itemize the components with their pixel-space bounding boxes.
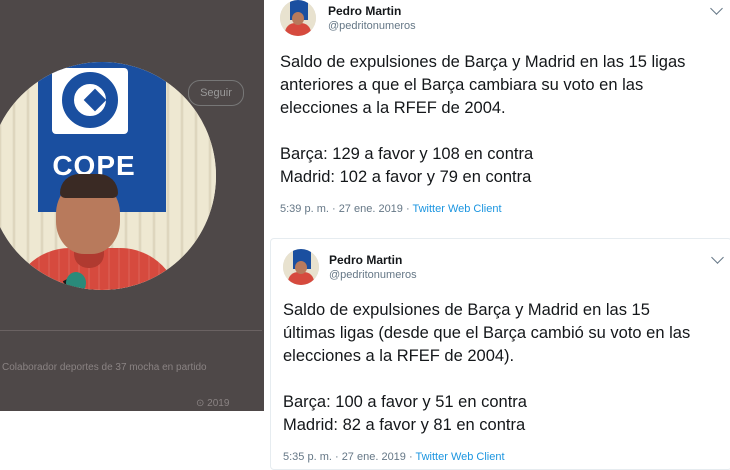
- tweet-timestamp[interactable]: 5:35 p. m. · 27 ene. 2019 ·: [283, 451, 416, 463]
- tweet-text: Saldo de expulsiones de Barça y Madrid e…: [280, 53, 686, 186]
- ghost-bio-text: Colaborador deportes de 37 mocha en part…: [2, 362, 207, 373]
- avatar-face: [292, 12, 304, 25]
- avatar[interactable]: [283, 249, 319, 285]
- tweet-timestamp[interactable]: 5:39 p. m. · 27 ene. 2019 ·: [280, 203, 413, 215]
- author-name[interactable]: Pedro Martin: [329, 253, 402, 267]
- ghost-join-date: ⊙ 2019: [196, 398, 230, 409]
- microphone-icon: [66, 272, 86, 290]
- tweet-metadata: 5:39 p. m. · 27 ene. 2019 · Twitter Web …: [280, 203, 502, 215]
- tweet-metadata: 5:35 p. m. · 27 ene. 2019 · Twitter Web …: [283, 451, 505, 463]
- author-handle[interactable]: @pedritonumeros: [328, 20, 416, 32]
- chevron-down-icon[interactable]: [710, 2, 723, 15]
- author-handle[interactable]: @pedritonumeros: [329, 269, 417, 281]
- avatar-face: [295, 261, 307, 274]
- chevron-down-icon[interactable]: [711, 251, 724, 264]
- avatar[interactable]: [280, 0, 316, 36]
- tweet-card[interactable]: Pedro Martin @pedritonumeros Saldo de ex…: [266, 0, 730, 236]
- divider: [0, 330, 262, 331]
- author-name[interactable]: Pedro Martin: [328, 4, 401, 18]
- tweet-card[interactable]: Pedro Martin @pedritonumeros Saldo de ex…: [270, 238, 730, 470]
- photo-person-hair: [60, 174, 118, 198]
- tweet-client-link[interactable]: Twitter Web Client: [413, 203, 502, 215]
- profile-photo: COPE: [0, 62, 216, 290]
- profile-photo-panel: Seguir Colaborador deportes de 37 mocha …: [0, 0, 264, 411]
- tweet-client-link[interactable]: Twitter Web Client: [416, 451, 505, 463]
- tweet-text: Saldo de expulsiones de Barça y Madrid e…: [283, 301, 691, 434]
